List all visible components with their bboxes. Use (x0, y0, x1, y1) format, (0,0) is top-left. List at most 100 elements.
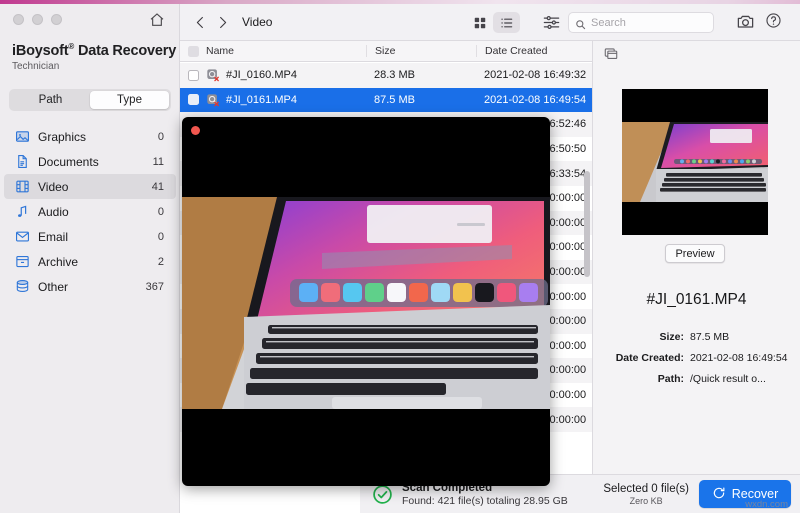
database-icon (15, 279, 30, 294)
status-subtitle: Found: 421 file(s) totaling 28.95 GB (402, 495, 568, 507)
windows-stack-icon[interactable] (603, 47, 619, 61)
file-date-created: 2021-02-08 16:49:54 (476, 94, 592, 106)
row-checkbox[interactable] (188, 94, 199, 105)
selection-info: Selected 0 file(s) Zero KB (603, 483, 699, 506)
sidebar-item-label: Graphics (38, 130, 158, 144)
sidebar-item-count: 0 (158, 131, 164, 143)
search-icon (575, 17, 586, 28)
selected-size: Zero KB (603, 496, 689, 506)
sidebar-item-archive[interactable]: Archive 2 (4, 249, 176, 274)
file-name: #JI_0160.MP4 (226, 69, 297, 81)
video-still-image (182, 197, 550, 409)
toolbar: Video (180, 4, 800, 40)
filter-sliders-icon[interactable] (542, 13, 561, 32)
select-all-checkbox[interactable] (188, 46, 199, 57)
path-type-segmented-control[interactable]: Path Type (9, 89, 171, 111)
app-edition: Technician (12, 61, 176, 72)
details-panel: Preview #JI_0161.MP4 Size: 87.5 MB Date … (592, 40, 800, 513)
file-list-header: Name Size Date Created (180, 41, 592, 62)
thumbnail-image (622, 89, 768, 235)
table-row[interactable]: #JI_0160.MP4 28.3 MB2021-02-08 16:49:32 (180, 63, 592, 88)
file-date-created: 2021-02-08 16:49:32 (476, 69, 592, 81)
file-list-scrollbar[interactable] (584, 171, 590, 277)
file-size: 28.3 MB (366, 69, 476, 81)
column-header-size[interactable]: Size (366, 45, 476, 57)
sidebar-item-email[interactable]: Email 0 (4, 224, 176, 249)
film-icon (15, 179, 30, 194)
view-toggle[interactable] (466, 12, 520, 33)
detail-value: /Quick result o... (690, 373, 800, 385)
list-view-icon[interactable] (493, 12, 520, 33)
refresh-circle-icon (712, 486, 732, 503)
sidebar-item-label: Email (38, 230, 158, 244)
sidebar-item-video[interactable]: Video 41 (4, 174, 176, 199)
document-icon (15, 154, 30, 169)
column-header-date[interactable]: Date Created (476, 45, 592, 57)
file-name: #JI_0161.MP4 (226, 94, 297, 106)
close-window-button[interactable] (13, 14, 24, 25)
app-title: iBoysoft® Data Recovery (12, 42, 176, 59)
detail-field-date-created: Date Created: 2021-02-08 16:49:54 (593, 352, 800, 364)
image-icon (15, 129, 30, 144)
sidebar-item-label: Other (38, 280, 146, 294)
category-list: Graphics 0 Documents 11 (0, 124, 180, 299)
chevron-left-icon[interactable] (190, 12, 210, 32)
detail-value: 87.5 MB (690, 331, 800, 343)
maximize-window-button[interactable] (51, 14, 62, 25)
brand-product: Data Recovery (74, 43, 176, 59)
sidebar-item-audio[interactable]: Audio 0 (4, 199, 176, 224)
sidebar-item-label: Video (38, 180, 152, 194)
video-player-window[interactable] (182, 117, 550, 486)
video-file-icon (206, 68, 220, 82)
home-icon[interactable] (149, 12, 165, 28)
mail-icon (15, 229, 30, 244)
brand-block: iBoysoft® Data Recovery Technician (12, 42, 176, 72)
desktop-background: iBoysoft® Data Recovery Technician Path … (0, 0, 800, 513)
sidebar-item-count: 0 (158, 206, 164, 218)
sidebar-item-label: Documents (38, 155, 153, 169)
column-header-name-label: Name (206, 45, 234, 57)
column-header-name[interactable]: Name (180, 45, 366, 57)
detail-field-path: Path: /Quick result o... (593, 373, 800, 385)
video-frame (182, 197, 550, 409)
file-size: 87.5 MB (366, 94, 476, 106)
sidebar-item-count: 11 (153, 156, 164, 168)
row-checkbox[interactable] (188, 70, 199, 81)
table-row[interactable]: #JI_0161.MP4 87.5 MB2021-02-08 16:49:54 (180, 88, 592, 113)
sidebar-item-label: Archive (38, 255, 158, 269)
window-traffic-lights[interactable] (13, 14, 62, 25)
close-dot-icon[interactable] (191, 126, 200, 135)
video-thumbnail[interactable] (622, 89, 768, 235)
brand-name: iBoysoft (12, 43, 68, 59)
sidebar-item-other[interactable]: Other 367 (4, 274, 176, 299)
sidebar-item-count: 41 (152, 181, 164, 193)
selected-count: Selected 0 file(s) (603, 483, 689, 495)
search-placeholder: Search (591, 17, 626, 29)
minimize-window-button[interactable] (32, 14, 43, 25)
check-circle-icon (372, 484, 393, 505)
chevron-right-icon[interactable] (212, 12, 232, 32)
camera-icon[interactable] (736, 12, 755, 31)
preview-button[interactable]: Preview (665, 244, 725, 263)
detail-field-size: Size: 87.5 MB (593, 331, 800, 343)
detail-label: Date Created: (593, 352, 690, 364)
sidebar-item-graphics[interactable]: Graphics 0 (4, 124, 176, 149)
detail-metadata: Size: 87.5 MB Date Created: 2021-02-08 1… (593, 331, 800, 394)
detail-label: Size: (593, 331, 690, 343)
detail-filename: #JI_0161.MP4 (593, 291, 800, 309)
sidebar-item-count: 367 (146, 281, 164, 293)
music-icon (15, 204, 30, 219)
help-icon[interactable] (765, 12, 782, 29)
video-file-icon (206, 93, 220, 107)
watermark: wxdn.com (745, 499, 788, 510)
detail-label: Path: (593, 373, 690, 385)
sidebar: iBoysoft® Data Recovery Technician Path … (0, 4, 180, 513)
segment-type[interactable]: Type (90, 91, 169, 109)
breadcrumb: Video (242, 15, 272, 29)
search-input[interactable]: Search (568, 12, 714, 33)
sidebar-item-documents[interactable]: Documents 11 (4, 149, 176, 174)
sidebar-item-label: Audio (38, 205, 158, 219)
nav-buttons (190, 12, 232, 32)
segment-path[interactable]: Path (11, 91, 90, 109)
grid-view-icon[interactable] (466, 12, 493, 33)
